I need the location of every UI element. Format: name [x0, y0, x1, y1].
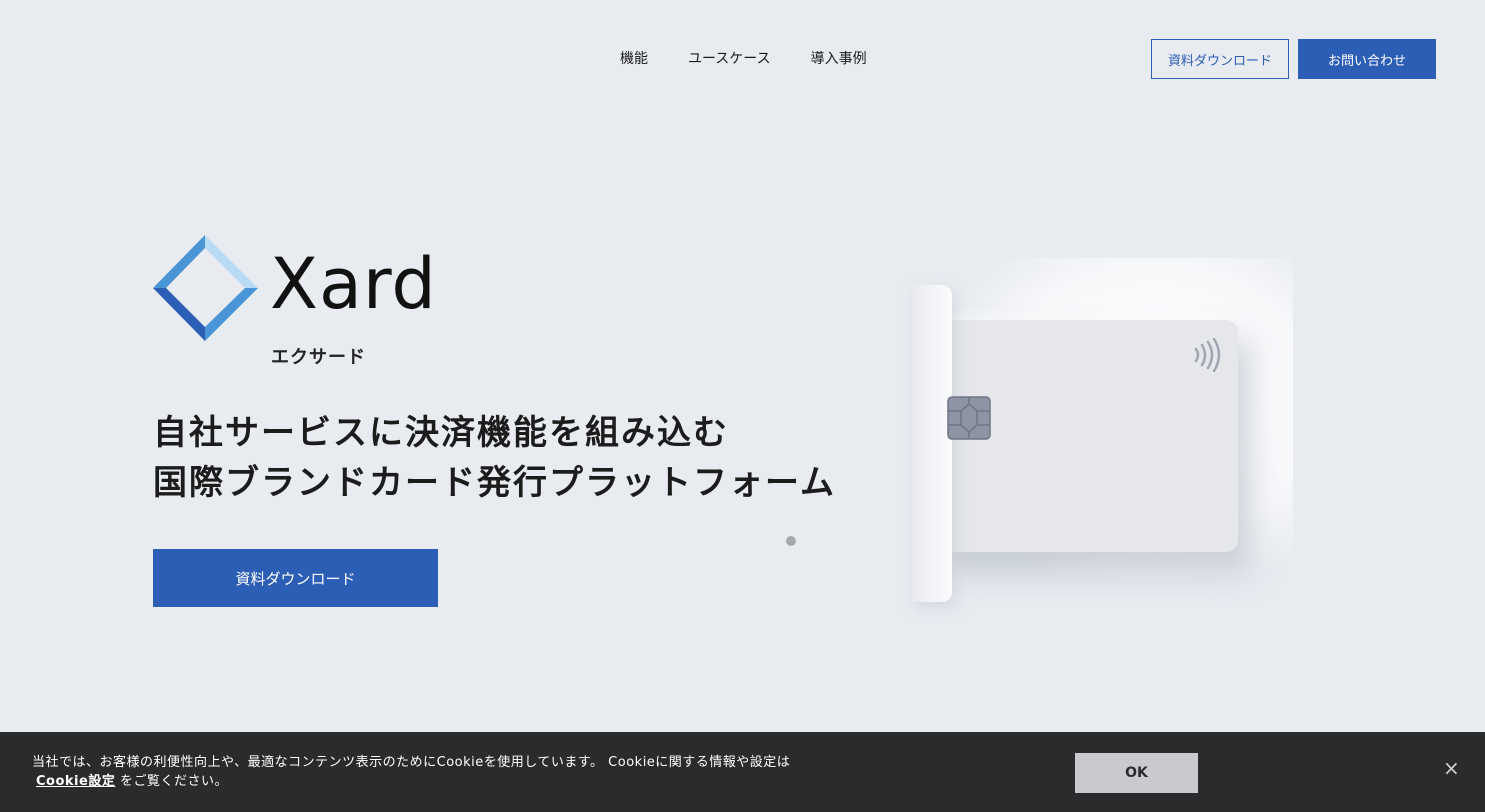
close-icon[interactable]: ×: [1443, 758, 1460, 778]
card-edge: [912, 285, 952, 602]
hero-title-line-2: 国際ブランドカード発行プラットフォーム: [153, 463, 836, 503]
nav-link-case-studies[interactable]: 導入事例: [811, 48, 867, 68]
hero-title: 自社サービスに決済機能を組み込む 国際ブランドカード発行プラットフォーム: [153, 408, 836, 508]
logo-kana: エクサード: [271, 347, 366, 368]
cookie-settings-link[interactable]: Cookie設定: [36, 774, 115, 789]
cookie-message: 当社では、お客様の利便性向上や、最適なコンテンツ表示のためにCookieを使用し…: [32, 753, 790, 791]
cookie-ok-button[interactable]: OK: [1075, 753, 1198, 793]
contactless-icon: [1194, 338, 1221, 372]
nav-link-features[interactable]: 機能: [620, 48, 648, 68]
card-chip-icon: [947, 396, 991, 440]
cookie-text-line-1: 当社では、お客様の利便性向上や、最適なコンテンツ表示のためにCookieを使用し…: [32, 755, 791, 770]
nav-link-use-cases[interactable]: ユースケース: [688, 48, 771, 68]
xard-diamond-logo-icon: [153, 235, 258, 341]
logo-wordmark: Xard: [270, 243, 437, 325]
main-nav: 機能 ユースケース 導入事例: [620, 48, 867, 68]
header-download-button[interactable]: 資料ダウンロード: [1151, 39, 1289, 79]
site-header: 機能 ユースケース 導入事例 資料ダウンロード お問い合わせ: [0, 0, 1485, 116]
cookie-text-line-2: をご覧ください。: [119, 774, 228, 789]
cookie-banner: 当社では、お客様の利便性向上や、最適なコンテンツ表示のためにCookieを使用し…: [0, 732, 1485, 812]
hero-download-button[interactable]: 資料ダウンロード: [153, 549, 438, 607]
header-contact-button[interactable]: お問い合わせ: [1298, 39, 1436, 79]
hero-title-line-1: 自社サービスに決済機能を組み込む: [153, 413, 729, 453]
carousel-dot[interactable]: [786, 536, 796, 546]
